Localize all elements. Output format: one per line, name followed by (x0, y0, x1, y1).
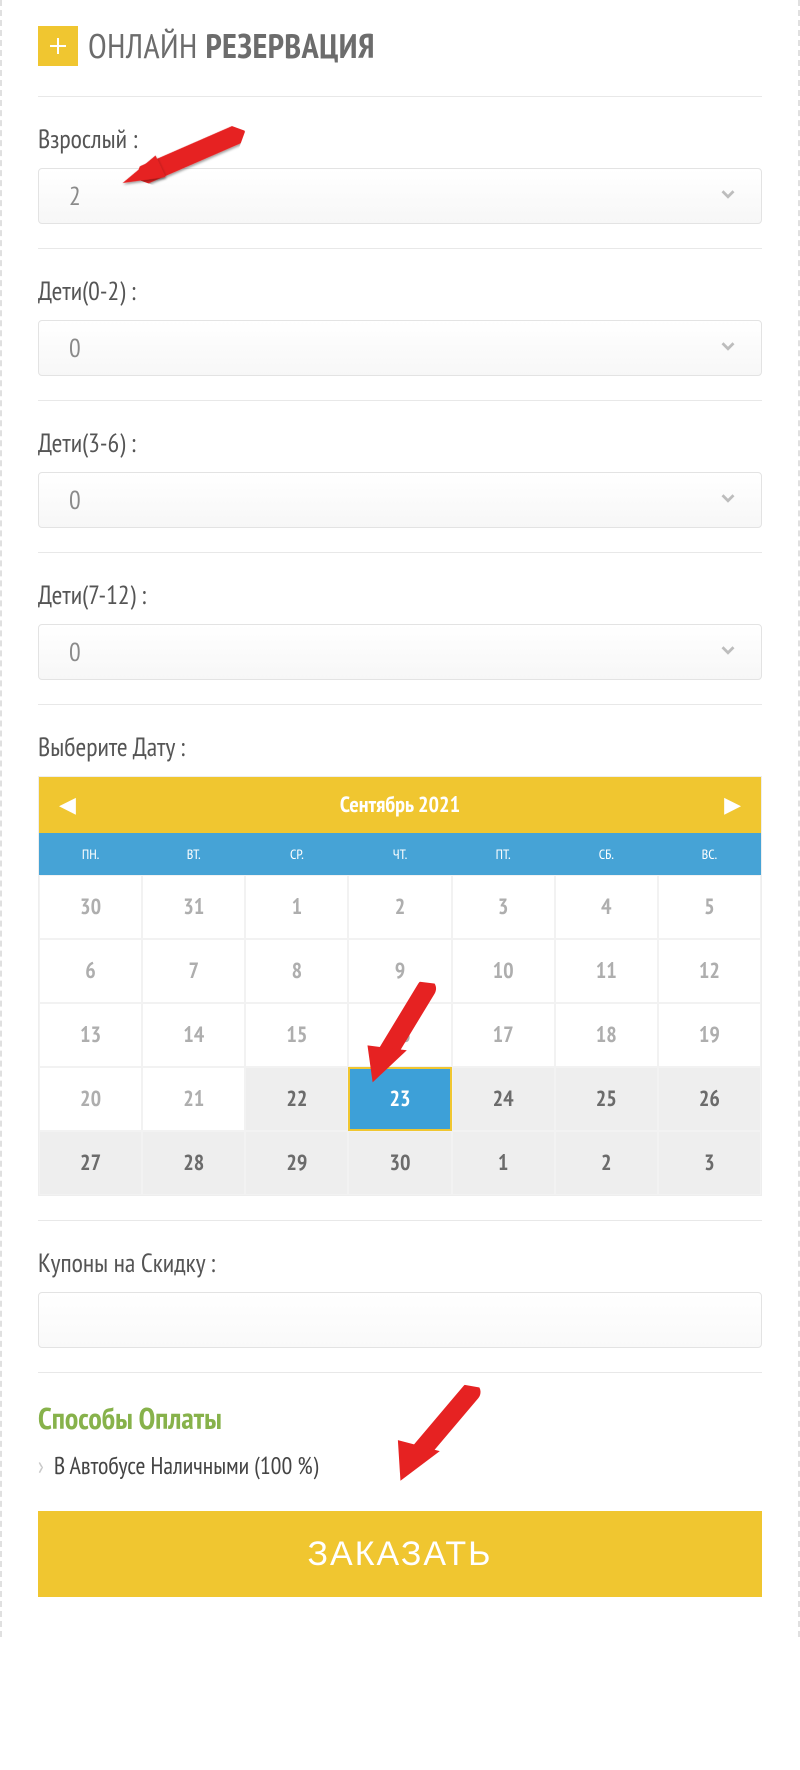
calendar-cell: 9 (348, 939, 451, 1003)
calendar-cell: 20 (39, 1067, 142, 1131)
child02-select[interactable]: 0 (38, 320, 762, 376)
calendar-cell: 30 (39, 875, 142, 939)
annotation-arrow-submit (362, 1370, 501, 1509)
chevron-down-icon (717, 335, 739, 362)
child712-value: 0 (69, 636, 81, 669)
divider (38, 96, 762, 97)
chevron-down-icon (717, 639, 739, 666)
calendar-cell: 11 (555, 939, 658, 1003)
page-title: ОНЛАЙН РЕЗЕРВАЦИЯ (88, 24, 375, 68)
adult-value: 2 (69, 180, 81, 213)
calendar-cell: 5 (658, 875, 761, 939)
calendar-cell[interactable]: 2 (555, 1131, 658, 1195)
weekday-label: ПН. (39, 833, 142, 875)
calendar-cell: 31 (142, 875, 245, 939)
bullet-icon: › (38, 1450, 44, 1481)
weekday-label: ВТ. (142, 833, 245, 875)
weekday-label: СБ. (555, 833, 658, 875)
payment-option-label: В Автобусе Наличными (100 %) (54, 1450, 318, 1481)
calendar-cell: 19 (658, 1003, 761, 1067)
divider (38, 400, 762, 401)
weekday-label: ПТ. (452, 833, 555, 875)
calendar-cell: 17 (452, 1003, 555, 1067)
calendar-cell: 14 (142, 1003, 245, 1067)
calendar-prev-icon[interactable]: ◀ (59, 791, 76, 819)
payment-title: Способы Оплаты (38, 1399, 762, 1438)
divider (38, 248, 762, 249)
calendar-cell[interactable]: 26 (658, 1067, 761, 1131)
adult-label: Взрослый : (38, 123, 762, 156)
calendar-cell: 13 (39, 1003, 142, 1067)
divider (38, 1220, 762, 1221)
chevron-down-icon (717, 487, 739, 514)
coupon-input[interactable] (38, 1292, 762, 1348)
calendar-cell: 3 (452, 875, 555, 939)
calendar-cell[interactable]: 28 (142, 1131, 245, 1195)
calendar-cell: 16 (348, 1003, 451, 1067)
calendar-cell[interactable]: 25 (555, 1067, 658, 1131)
calendar-cell: 15 (245, 1003, 348, 1067)
child02-label: Дети(0-2) : (38, 275, 762, 308)
calendar-cell[interactable]: 24 (452, 1067, 555, 1131)
calendar-cell: 8 (245, 939, 348, 1003)
calendar-body: 3031123456789101112131415161718192021222… (39, 875, 761, 1195)
child36-value: 0 (69, 484, 81, 517)
calendar-cell: 18 (555, 1003, 658, 1067)
chevron-down-icon (717, 183, 739, 210)
weekday-label: СР. (245, 833, 348, 875)
calendar-cell[interactable]: 23 (348, 1067, 451, 1131)
calendar-next-icon[interactable]: ▶ (724, 791, 741, 819)
child712-select[interactable]: 0 (38, 624, 762, 680)
calendar-title: Сентябрь 2021 (340, 791, 460, 819)
submit-button[interactable]: ЗАКАЗАТЬ (38, 1511, 762, 1597)
child712-label: Дети(7-12) : (38, 579, 762, 612)
adult-select[interactable]: 2 (38, 168, 762, 224)
plus-icon (38, 26, 78, 66)
divider (38, 704, 762, 705)
calendar-cell: 12 (658, 939, 761, 1003)
calendar-cell[interactable]: 30 (348, 1131, 451, 1195)
calendar-cell: 4 (555, 875, 658, 939)
calendar-cell: 2 (348, 875, 451, 939)
calendar-cell[interactable]: 3 (658, 1131, 761, 1195)
weekday-label: ВС. (658, 833, 761, 875)
calendar-cell[interactable]: 1 (452, 1131, 555, 1195)
calendar-cell[interactable]: 22 (245, 1067, 348, 1131)
divider (38, 552, 762, 553)
calendar-cell: 1 (245, 875, 348, 939)
calendar: ◀ Сентябрь 2021 ▶ ПН.ВТ.СР.ЧТ.ПТ.СБ.ВС. … (38, 776, 762, 1196)
calendar-cell: 6 (39, 939, 142, 1003)
child36-select[interactable]: 0 (38, 472, 762, 528)
calendar-cell: 21 (142, 1067, 245, 1131)
divider (38, 1372, 762, 1373)
child02-value: 0 (69, 332, 81, 365)
coupon-label: Купоны на Скидку : (38, 1247, 762, 1280)
child36-label: Дети(3-6) : (38, 427, 762, 460)
calendar-weekdays: ПН.ВТ.СР.ЧТ.ПТ.СБ.ВС. (39, 833, 761, 875)
calendar-cell[interactable]: 29 (245, 1131, 348, 1195)
calendar-cell[interactable]: 27 (39, 1131, 142, 1195)
date-label: Выберите Дату : (38, 731, 762, 764)
calendar-cell: 10 (452, 939, 555, 1003)
weekday-label: ЧТ. (348, 833, 451, 875)
payment-option[interactable]: › В Автобусе Наличными (100 %) (38, 1450, 762, 1481)
calendar-cell: 7 (142, 939, 245, 1003)
form-header: ОНЛАЙН РЕЗЕРВАЦИЯ (38, 24, 762, 68)
